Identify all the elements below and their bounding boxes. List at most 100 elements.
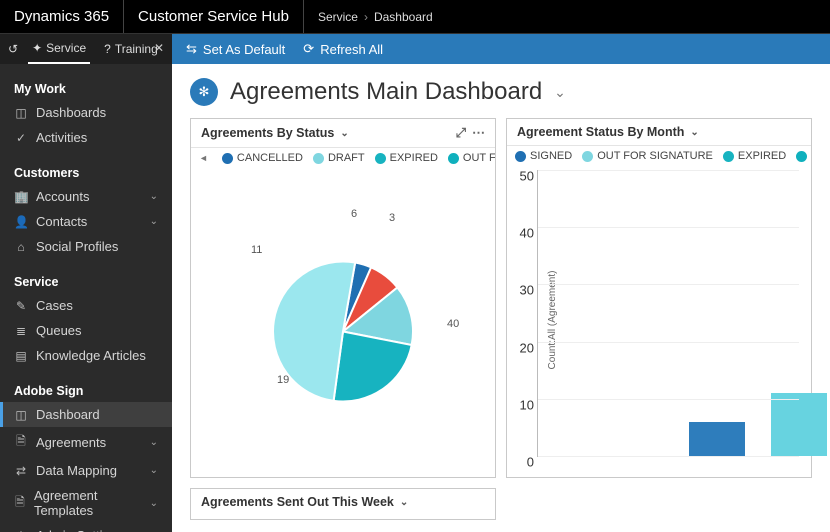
legend-item[interactable]: SIGNED [515, 150, 572, 162]
sidebar-item-admin-settings[interactable]: ⚙Admin Settings [0, 523, 172, 532]
legend-swatch [375, 153, 386, 164]
legend-swatch [582, 151, 593, 162]
sidebar-item-social-profiles[interactable]: ⌂ Social Profiles [0, 234, 172, 259]
nav-section-my-work: My Work [0, 74, 172, 100]
sidebar-item-agreements[interactable]: 🗎Agreements⌄ [0, 427, 172, 458]
page-title-text: Agreements Main Dashboard [230, 78, 542, 106]
nav-item-icon: 🗎 [14, 493, 26, 514]
bar-out-for-signature[interactable] [771, 393, 827, 456]
legend-label: DRAFT [328, 152, 365, 164]
pie-chart: 3 6 11 19 40 [191, 164, 495, 477]
pie-value-label: 19 [277, 374, 289, 386]
breadcrumb-area[interactable]: Service [318, 10, 358, 24]
card-title: Agreements Sent Out This Week [201, 495, 394, 509]
nav-item-label: Social Profiles [36, 239, 118, 254]
sidebar-item-queues[interactable]: ≣ Queues [0, 318, 172, 343]
nav-item-label: Accounts [36, 189, 89, 204]
dashboard-content: ✻ Agreements Main Dashboard ⌄ Agreements… [172, 64, 830, 532]
legend-item[interactable]: DRAFT [796, 150, 811, 162]
legend-item[interactable]: DRAFT [313, 152, 365, 164]
module-tab-label: Service [46, 41, 86, 55]
nav-item-label: Queues [36, 323, 82, 338]
module-tab-training[interactable]: ? Training [100, 34, 162, 64]
sidebar-item-agreement-templates[interactable]: 🗎Agreement Templates⌄ [0, 483, 172, 523]
y-tick: 40 [520, 226, 534, 241]
y-tick: 20 [520, 340, 534, 355]
nav-item-icon: ✓ [14, 131, 28, 145]
set-as-default-button[interactable]: ⇆ Set As Default [186, 41, 285, 57]
legend-swatch [723, 151, 734, 162]
product-brand[interactable]: Dynamics 365 [0, 0, 124, 33]
sidebar-item-dashboard[interactable]: ◫Dashboard [0, 402, 172, 427]
nav-item-label: Contacts [36, 214, 87, 229]
legend-item[interactable]: EXPIRED [723, 150, 786, 162]
nav-section-customers: Customers [0, 158, 172, 184]
nav-item-label: Admin Settings [36, 528, 123, 532]
legend-label: EXPIRED [390, 152, 438, 164]
legend-item[interactable]: OUT FOR S [448, 152, 495, 164]
breadcrumb-page[interactable]: Dashboard [374, 10, 433, 24]
pie-slice-expired[interactable] [334, 332, 412, 402]
pie-legend: CANCELLED DRAFT EXPIRED OUT FOR S [191, 148, 495, 164]
close-icon[interactable]: ✕ [154, 41, 164, 55]
pie-value-label: 40 [447, 318, 459, 330]
cmd-label: Refresh All [320, 42, 383, 57]
nav-item-icon: ✎ [14, 299, 28, 313]
nav-item-icon: 👤 [14, 215, 28, 229]
wrench-icon: ✦ [32, 41, 42, 55]
legend-label: OUT FOR SIGNATURE [597, 150, 713, 162]
legend-item[interactable]: OUT FOR SIGNATURE [582, 150, 713, 162]
bar-signed[interactable] [689, 422, 745, 456]
sidebar-item-knowledge-articles[interactable]: ▤ Knowledge Articles [0, 343, 172, 368]
module-tab-service[interactable]: ✦ Service [28, 34, 90, 64]
pie-value-label: 11 [251, 244, 262, 256]
nav-item-icon: ▤ [14, 349, 28, 363]
legend-item[interactable]: CANCELLED [222, 152, 303, 164]
recent-icon[interactable]: ↺ [8, 42, 18, 56]
chevron-down-icon[interactable]: ⌄ [690, 127, 698, 138]
nav-item-icon: ≣ [14, 324, 28, 338]
sidebar-item-dashboards[interactable]: ◫ Dashboards [0, 100, 172, 125]
nav-item-icon: ◫ [14, 106, 28, 120]
chevron-right-icon: › [364, 10, 368, 24]
nav-item-label: Agreement Templates [34, 488, 142, 518]
y-tick: 10 [520, 397, 534, 412]
nav-item-icon: ⇄ [14, 464, 28, 478]
card-title: Agreements By Status [201, 126, 334, 140]
refresh-icon: ⟳ [303, 41, 314, 57]
nav-item-label: Dashboards [36, 105, 106, 120]
global-header: Dynamics 365 Customer Service Hub Servic… [0, 0, 830, 34]
pie-svg [258, 247, 428, 417]
card-title: Agreement Status By Month [517, 125, 684, 139]
sidebar-item-cases[interactable]: ✎Cases [0, 293, 172, 318]
app-name[interactable]: Customer Service Hub [124, 0, 304, 33]
pie-value-label: 6 [351, 208, 357, 220]
sidebar-item-contacts[interactable]: 👤Contacts⌄ [0, 209, 172, 234]
chevron-down-icon[interactable]: ⌄ [400, 497, 408, 508]
legend-swatch [313, 153, 324, 164]
nav-section-service: Service [0, 267, 172, 293]
more-icon[interactable]: ⋯ [472, 125, 485, 141]
chevron-down-icon[interactable]: ⌄ [340, 128, 348, 139]
chevron-down-icon[interactable]: ⌄ [554, 84, 566, 101]
sidebar-item-data-mapping[interactable]: ⇄Data Mapping⌄ [0, 458, 172, 483]
page-title: ✻ Agreements Main Dashboard ⌄ [190, 78, 812, 106]
nav-item-icon: ◫ [14, 408, 28, 422]
pie-value-label: 3 [389, 212, 395, 224]
refresh-all-button[interactable]: ⟳ Refresh All [303, 41, 383, 57]
command-bar: ⇆ Set As Default ⟳ Refresh All [172, 34, 830, 64]
chevron-down-icon: ⌄ [150, 191, 158, 202]
bar-chart: Count:All (Agreement) 01020304050 [507, 162, 811, 477]
dashboard-icon: ✻ [190, 78, 218, 106]
chevron-down-icon: ⌄ [150, 437, 158, 448]
nav-item-label: Knowledge Articles [36, 348, 146, 363]
y-tick: 30 [520, 283, 534, 298]
expand-icon[interactable]: ⤢ [456, 125, 466, 141]
nav-item-label: Activities [36, 130, 87, 145]
sidebar-item-accounts[interactable]: 🏢Accounts⌄ [0, 184, 172, 209]
nav-item-icon: ⌂ [14, 240, 28, 254]
sidebar-item-activities[interactable]: ✓ Activities [0, 125, 172, 150]
legend-label: CANCELLED [237, 152, 303, 164]
legend-item[interactable]: EXPIRED [375, 152, 438, 164]
legend-label: EXPIRED [738, 150, 786, 162]
